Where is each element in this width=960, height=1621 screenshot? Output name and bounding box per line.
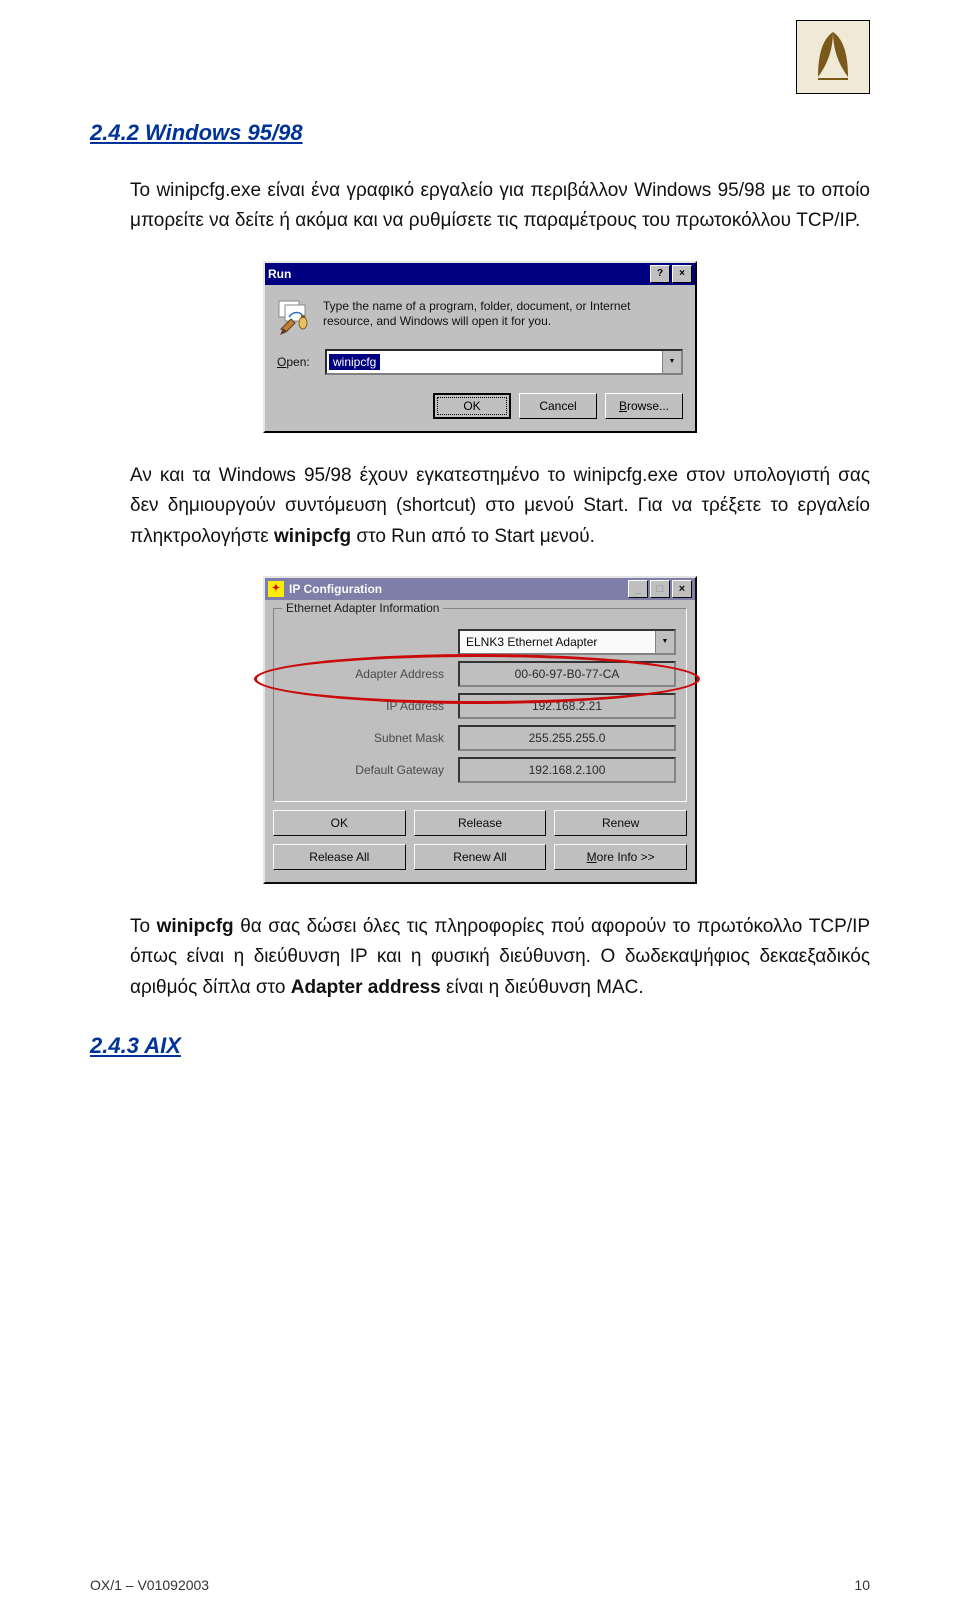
footer-right: 10 bbox=[854, 1577, 870, 1593]
run-description: Type the name of a program, folder, docu… bbox=[323, 299, 683, 335]
page-logo bbox=[796, 20, 870, 94]
run-title-text: Run bbox=[268, 267, 291, 281]
para-1: Το winipcfg.exe είναι ένα γραφικό εργαλε… bbox=[130, 176, 870, 237]
close-icon[interactable]: × bbox=[672, 580, 692, 598]
adapter-address-label: Adapter Address bbox=[284, 667, 458, 681]
default-gateway-value: 192.168.2.100 bbox=[458, 757, 676, 783]
ipconfig-title-text: IP Configuration bbox=[289, 582, 382, 596]
cancel-button[interactable]: Cancel bbox=[519, 393, 597, 419]
release-button[interactable]: Release bbox=[414, 810, 547, 836]
heading-2-4-2: 2.4.2 Windows 95/98 bbox=[90, 120, 870, 146]
page-footer: OX/1 – V01092003 10 bbox=[90, 1577, 870, 1593]
adapter-address-value: 00-60-97-B0-77-CA bbox=[458, 661, 676, 687]
ok-button[interactable]: OK bbox=[273, 810, 406, 836]
ip-address-value: 192.168.2.21 bbox=[458, 693, 676, 719]
close-icon[interactable]: × bbox=[672, 265, 692, 283]
subnet-mask-value: 255.255.255.0 bbox=[458, 725, 676, 751]
open-label: Open: bbox=[277, 355, 325, 369]
para-3: Το winipcfg θα σας δώσει όλες τις πληροφ… bbox=[130, 912, 870, 1003]
renew-all-button[interactable]: Renew All bbox=[414, 844, 547, 870]
renew-button[interactable]: Renew bbox=[554, 810, 687, 836]
run-dialog: Run ? × bbox=[263, 261, 697, 433]
open-value: winipcfg bbox=[329, 354, 380, 370]
ip-address-label: IP Address bbox=[284, 699, 458, 713]
ok-button[interactable]: OK bbox=[433, 393, 511, 419]
adapter-value: ELNK3 Ethernet Adapter bbox=[466, 635, 597, 649]
adapter-groupbox: Ethernet Adapter Information ELNK3 Ether… bbox=[273, 608, 687, 802]
adapter-group-title: Ethernet Adapter Information bbox=[282, 601, 443, 615]
ipconfig-titlebar: ✦ IP Configuration _ □ × bbox=[265, 578, 695, 600]
open-input[interactable]: winipcfg ▼ bbox=[325, 349, 683, 375]
ipconfig-app-icon: ✦ bbox=[268, 581, 284, 597]
footer-left: OX/1 – V01092003 bbox=[90, 1577, 209, 1593]
adapter-select[interactable]: ELNK3 Ethernet Adapter ▼ bbox=[458, 629, 676, 655]
default-gateway-label: Default Gateway bbox=[284, 763, 458, 777]
release-all-button[interactable]: Release All bbox=[273, 844, 406, 870]
para-2: Αν και τα Windows 95/98 έχουν εγκατεστημ… bbox=[130, 461, 870, 552]
run-titlebar: Run ? × bbox=[265, 263, 695, 285]
ipconfig-dialog: ✦ IP Configuration _ □ × Ethernet Adapte… bbox=[263, 576, 697, 884]
heading-2-4-3: 2.4.3 AIX bbox=[90, 1033, 870, 1059]
maximize-icon: □ bbox=[650, 580, 670, 598]
chevron-down-icon[interactable]: ▼ bbox=[662, 351, 681, 373]
run-app-icon bbox=[277, 299, 313, 335]
subnet-mask-label: Subnet Mask bbox=[284, 731, 458, 745]
browse-button[interactable]: Browse... bbox=[605, 393, 683, 419]
more-info-button[interactable]: More Info >> bbox=[554, 844, 687, 870]
help-icon[interactable]: ? bbox=[650, 265, 670, 283]
chevron-down-icon[interactable]: ▼ bbox=[655, 631, 674, 653]
minimize-icon[interactable]: _ bbox=[628, 580, 648, 598]
